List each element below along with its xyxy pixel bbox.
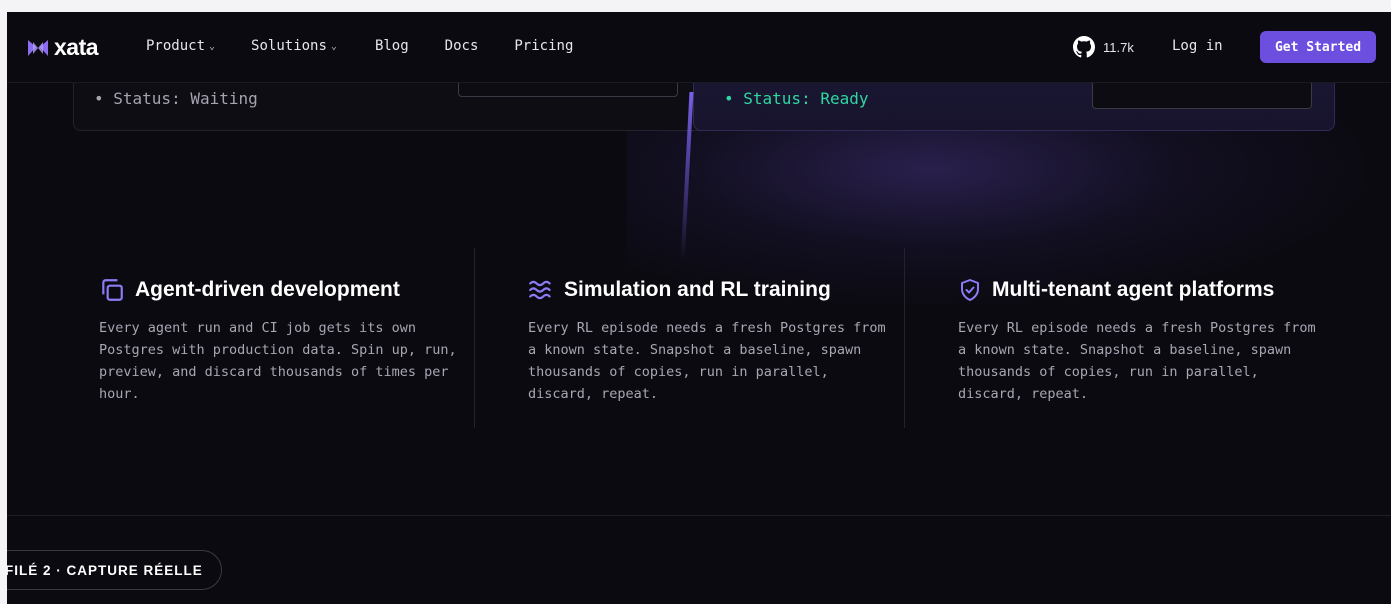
github-star-count: 11.7k [1103, 39, 1134, 55]
feature-simulation: Simulation and RL training Every RL epis… [528, 277, 888, 405]
waves-icon [529, 280, 551, 300]
get-started-button[interactable]: Get Started [1260, 31, 1376, 63]
nav-links: Product ⌄ Solutions ⌄ Blog Docs Pricing [146, 38, 609, 54]
shield-check-icon [961, 279, 979, 301]
column-divider [474, 248, 475, 428]
chevron-down-icon: ⌄ [209, 40, 216, 52]
nav-label: Blog [374, 38, 409, 54]
feature-multi-tenant: Multi-tenant agent platforms Every RL ep… [958, 277, 1318, 405]
feature-agent-driven: Agent-driven development Every agent run… [99, 277, 459, 405]
copy-icon [102, 279, 123, 301]
status-waiting: • Status: Waiting [94, 89, 258, 108]
feature-description: Every agent run and CI job gets its own … [99, 320, 457, 402]
nav-label: Pricing [514, 38, 574, 54]
login-link[interactable]: Log in [1172, 38, 1223, 54]
nav-item-blog[interactable]: Blog [375, 38, 409, 54]
nav-item-solutions[interactable]: Solutions ⌄ [251, 38, 337, 54]
page-frame: 01:46:30 • Status: Waiting 00:00:01 • St… [7, 12, 1391, 604]
status-ready: • Status: Ready [724, 89, 869, 108]
feature-description: Every RL episode needs a fresh Postgres … [528, 320, 886, 402]
nav-item-product[interactable]: Product ⌄ [146, 38, 215, 54]
butterfly-logo-icon [28, 39, 48, 56]
feature-title: Multi-tenant agent platforms [992, 278, 1275, 301]
column-divider [904, 248, 905, 428]
chevron-down-icon: ⌄ [330, 40, 337, 52]
caption-tag: FILÉ 2 · CAPTURE RÉELLE [7, 550, 222, 590]
section-divider [7, 515, 1391, 516]
nav-item-pricing[interactable]: Pricing [514, 38, 573, 54]
nav-label: Product [146, 38, 206, 54]
github-icon [1073, 36, 1095, 58]
nav-label: Docs [444, 38, 479, 54]
github-stars-link[interactable]: 11.7k [1073, 36, 1134, 58]
brand-name: xata [54, 34, 99, 60]
nav-label: Solutions [251, 38, 327, 54]
nav-item-docs[interactable]: Docs [445, 38, 479, 54]
brand-logo[interactable]: xata [27, 34, 99, 61]
top-navbar: xata Product ⌄ Solutions ⌄ Blog Docs Pri… [7, 12, 1391, 83]
feature-title: Agent-driven development [135, 278, 400, 301]
feature-title: Simulation and RL training [564, 278, 831, 301]
feature-description: Every RL episode needs a fresh Postgres … [958, 320, 1316, 402]
